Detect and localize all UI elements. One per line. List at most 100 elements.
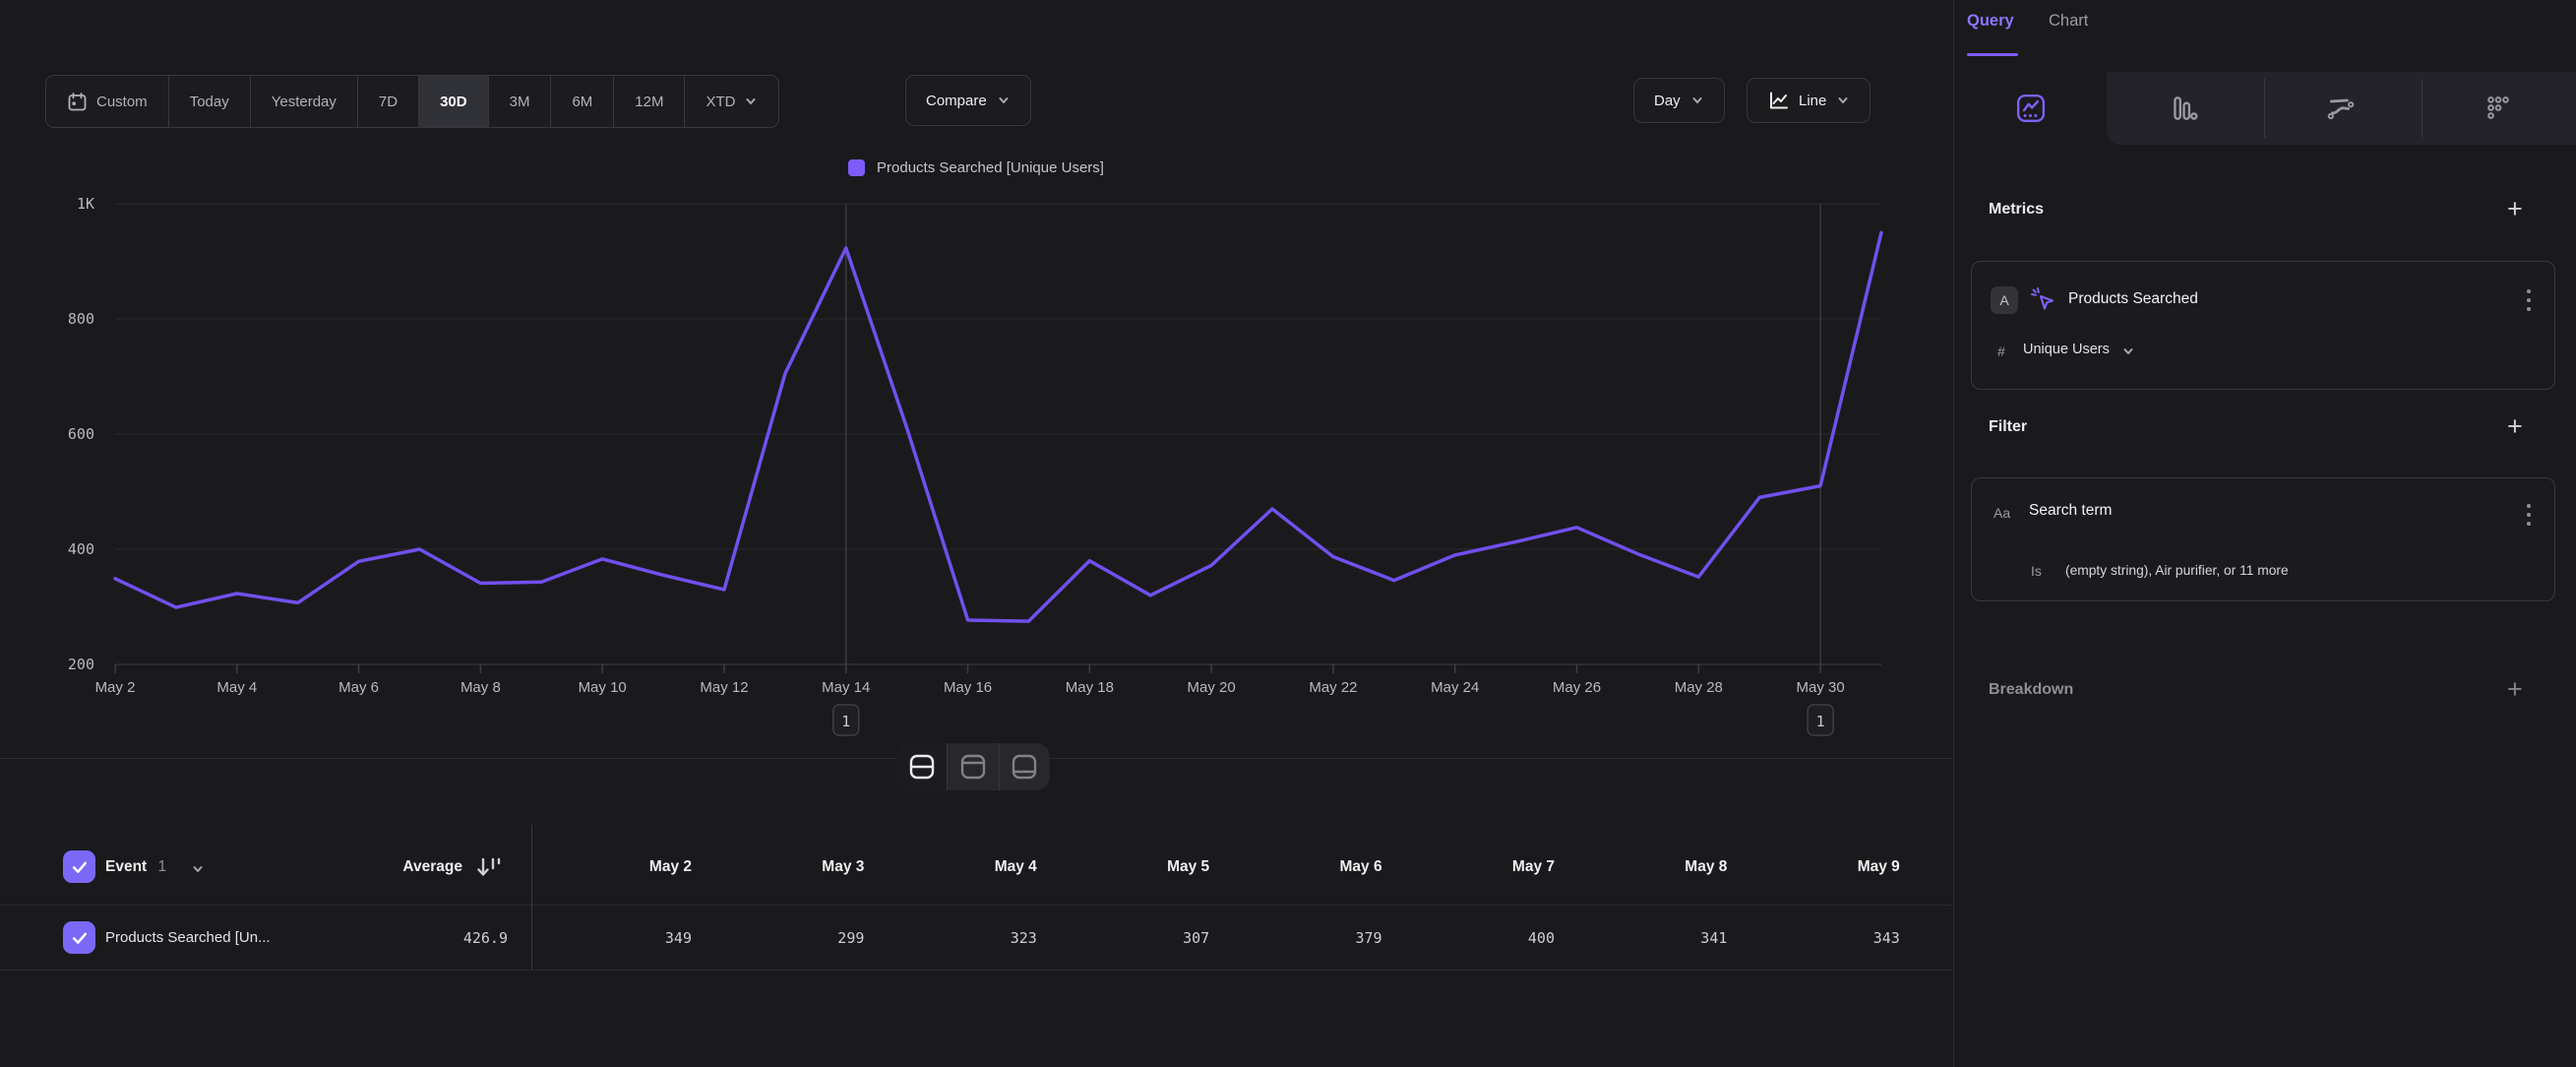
split-view-icon	[908, 753, 936, 781]
table-cell-value: 341	[1569, 929, 1727, 947]
split-view-button[interactable]	[896, 743, 947, 790]
average-column-header[interactable]: Average	[315, 858, 462, 876]
report-tab-funnels[interactable]	[2107, 72, 2259, 145]
event-header-label[interactable]: Event 1	[105, 858, 166, 876]
event-click-icon	[2029, 285, 2056, 313]
more-options-icon[interactable]	[2523, 500, 2535, 530]
range-3m[interactable]: 3M	[488, 76, 551, 127]
metric-card[interactable]: A Products Searched # Unique Users	[1971, 261, 2555, 390]
chevron-down-icon	[1690, 94, 1704, 107]
table-cell-value: 299	[706, 929, 864, 947]
y-axis-label: 800	[68, 310, 94, 328]
x-axis-label: May 14	[822, 679, 870, 696]
range-6m[interactable]: 6M	[550, 76, 613, 127]
event-row-label[interactable]: Products Searched [Un...	[105, 929, 271, 946]
range-30d[interactable]: 30D	[418, 76, 488, 127]
add-metric-button[interactable]: +	[2507, 199, 2523, 219]
aggregation-prefix: #	[1997, 344, 2005, 359]
range-label: 7D	[379, 94, 398, 110]
x-axis-label: May 30	[1797, 679, 1845, 696]
range-today[interactable]: Today	[168, 76, 250, 127]
calendar-icon	[67, 92, 88, 112]
metric-name[interactable]: Products Searched	[2068, 290, 2198, 308]
event-row-checkbox[interactable]	[63, 921, 95, 954]
chevron-down-icon	[1836, 94, 1850, 107]
date-column-header[interactable]: May 7	[1397, 858, 1555, 876]
range-label: 3M	[510, 94, 530, 110]
filter-value[interactable]: (empty string), Air purifier, or 11 more	[2065, 563, 2289, 578]
table-cell-value: 323	[880, 929, 1037, 947]
chart-view-button[interactable]	[999, 743, 1050, 790]
filter-property-name[interactable]: Search term	[2029, 502, 2112, 520]
range-custom[interactable]: Custom	[46, 76, 168, 127]
range-12m[interactable]: 12M	[613, 76, 684, 127]
x-axis-label: May 12	[700, 679, 748, 696]
chevron-down-icon[interactable]	[191, 862, 205, 876]
insights-icon	[2016, 94, 2046, 123]
range-xtd[interactable]: XTD	[684, 76, 778, 127]
date-column-header[interactable]: May 5	[1052, 858, 1209, 876]
chevron-down-icon	[997, 94, 1011, 107]
check-icon	[70, 857, 90, 877]
date-column-header[interactable]: May 6	[1225, 858, 1382, 876]
x-axis-label: May 4	[216, 679, 257, 696]
event-header-checkbox[interactable]	[63, 850, 95, 883]
y-axis-label: 600	[68, 425, 94, 443]
metrics-section-title: Metrics	[1989, 201, 2044, 219]
compare-button[interactable]: Compare	[905, 75, 1031, 126]
chart-type-label: Line	[1799, 93, 1826, 109]
legend-label: Products Searched [Unique Users]	[877, 159, 1104, 176]
x-axis-label: May 24	[1431, 679, 1479, 696]
table-cell-value: 349	[534, 929, 692, 947]
query-sidebar: Query Chart	[1953, 0, 2576, 1067]
filter-operator[interactable]: Is	[2031, 563, 2042, 579]
breakdown-section-title: Breakdown	[1989, 681, 2073, 699]
sort-icon[interactable]	[474, 852, 504, 882]
average-value: 426.9	[360, 929, 508, 947]
granularity-button[interactable]: Day	[1633, 78, 1725, 123]
table-cell-value: 400	[1397, 929, 1555, 947]
date-column-header[interactable]: May 2	[534, 858, 692, 876]
table-view-icon	[959, 753, 987, 781]
table-cell-value: 307	[1052, 929, 1209, 947]
range-yesterday[interactable]: Yesterday	[250, 76, 357, 127]
report-tab-more[interactable]	[2422, 72, 2574, 145]
chart-type-button[interactable]: Line	[1747, 78, 1871, 123]
tab-chart[interactable]: Chart	[2049, 12, 2088, 31]
range-label: Today	[190, 94, 229, 110]
tab-query[interactable]: Query	[1967, 12, 2014, 31]
chevron-down-icon	[744, 94, 758, 108]
x-axis-label: May 18	[1066, 679, 1114, 696]
y-axis-label: 200	[68, 656, 94, 673]
series-line[interactable]	[115, 232, 1881, 621]
y-axis-label: 400	[68, 540, 94, 558]
annotation-count: 1	[1816, 713, 1825, 730]
range-label: XTD	[705, 94, 735, 110]
table-cell-value: 343	[1743, 929, 1900, 947]
x-axis-label: May 22	[1309, 679, 1357, 696]
x-axis-label: May 26	[1553, 679, 1601, 696]
date-column-header[interactable]: May 3	[706, 858, 864, 876]
granularity-label: Day	[1654, 93, 1681, 109]
report-tab-insights[interactable]	[1954, 72, 2107, 145]
legend-swatch	[848, 159, 865, 176]
date-column-header[interactable]: May 9	[1743, 858, 1900, 876]
aggregation-selector[interactable]: Unique Users	[2023, 342, 2110, 357]
chart-legend[interactable]: Products Searched [Unique Users]	[0, 159, 1952, 176]
table-view-button[interactable]	[947, 743, 998, 790]
range-label: Yesterday	[272, 94, 337, 110]
more-options-icon[interactable]	[2523, 285, 2535, 315]
x-axis-label: May 28	[1675, 679, 1723, 696]
range-label: 6M	[572, 94, 592, 110]
add-breakdown-button[interactable]: +	[2507, 679, 2523, 699]
x-axis-label: May 20	[1188, 679, 1236, 696]
add-filter-button[interactable]: +	[2507, 416, 2523, 436]
date-column-header[interactable]: May 8	[1569, 858, 1727, 876]
event-count: 1	[158, 858, 167, 875]
compare-label: Compare	[926, 93, 987, 109]
range-label: 30D	[440, 94, 467, 110]
filter-card[interactable]: Aa Search term Is (empty string), Air pu…	[1971, 477, 2555, 601]
report-tab-flows[interactable]	[2264, 72, 2417, 145]
range-7d[interactable]: 7D	[357, 76, 418, 127]
date-column-header[interactable]: May 4	[880, 858, 1037, 876]
